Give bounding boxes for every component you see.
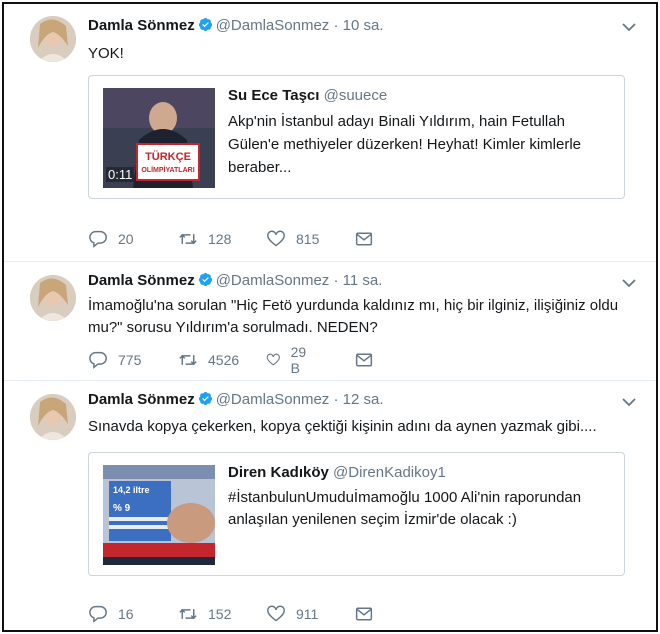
tweet-text: İmamoğlu'na sorulan "Hiç Fetö yurdunda k… [88, 297, 619, 336]
timestamp[interactable]: 10 sa. [343, 17, 384, 34]
direct-message-button[interactable] [354, 350, 374, 370]
quoted-handle[interactable]: @suuece [324, 87, 388, 104]
retweet-count: 128 [208, 231, 232, 247]
direct-message-button[interactable] [354, 229, 374, 249]
tweet-text: Sınavda kopya çekerken, kopya çektiği ki… [88, 418, 597, 435]
reply-icon [89, 351, 107, 369]
retweet-button[interactable]: 152 [178, 604, 231, 624]
retweet-button[interactable]: 128 [178, 229, 231, 249]
verified-badge-icon [198, 391, 212, 406]
reply-count: 775 [118, 352, 142, 368]
verified-badge-icon [198, 272, 212, 287]
reply-button[interactable]: 775 [88, 350, 141, 370]
retweet-icon [179, 608, 197, 620]
reply-button[interactable]: 20 [88, 229, 134, 249]
avatar[interactable] [30, 275, 76, 321]
like-count: 29 B [290, 344, 307, 376]
verified-badge-icon [198, 17, 212, 32]
video-duration: 0:11 [106, 167, 135, 182]
avatar[interactable] [30, 394, 76, 440]
quoted-handle[interactable]: @DirenKadikoy1 [333, 464, 446, 481]
svg-text:OLİMPİYATLARI: OLİMPİYATLARI [141, 166, 194, 174]
separator-dot: · [333, 272, 339, 289]
display-name[interactable]: Damla Sönmez [88, 17, 195, 34]
reply-count: 16 [118, 606, 134, 622]
retweet-count: 4526 [208, 352, 240, 368]
display-name[interactable]: Damla Sönmez [88, 391, 195, 408]
retweet-button[interactable]: 4526 [178, 350, 239, 370]
like-count: 911 [296, 606, 319, 622]
like-count: 815 [296, 231, 320, 247]
retweet-icon [179, 354, 197, 366]
thumb-value: % 9 [113, 503, 131, 514]
tweet-text: YOK! [88, 45, 124, 62]
like-button[interactable]: 815 [266, 229, 319, 249]
reply-count: 20 [118, 231, 134, 247]
reply-icon [89, 230, 107, 248]
quoted-image-thumbnail[interactable]: 14,2 iltre % 9 [103, 465, 215, 565]
tweet[interactable]: Damla Sönmez @DamlaSonmez · 12 sa. Sınavd… [4, 381, 656, 630]
quoted-tweet-text: #İstanbulunUmuduİmamoğlu 1000 Ali'nin ra… [228, 489, 582, 528]
avatar[interactable] [30, 16, 76, 62]
reply-button[interactable]: 16 [88, 604, 134, 624]
separator-dot: · [333, 391, 339, 408]
like-icon [266, 353, 280, 366]
tweet[interactable]: Damla Sönmez @DamlaSonmez · 10 sa. YOK! T… [4, 4, 656, 262]
handle[interactable]: @DamlaSonmez [216, 272, 330, 289]
retweet-icon [179, 233, 197, 245]
like-icon [267, 605, 285, 622]
quoted-tweet-body: Su Ece Taşcı @suuece Akp'nin İstanbul ad… [228, 85, 618, 179]
handle[interactable]: @DamlaSonmez [216, 17, 330, 34]
direct-message-icon [355, 353, 373, 367]
separator-dot: · [333, 17, 339, 34]
chevron-down-icon[interactable] [622, 278, 636, 288]
quoted-tweet[interactable]: TÜRKÇE OLİMPİYATLARI 0:11 Su Ece Taşcı @… [88, 75, 625, 199]
quoted-tweet-body: Diren Kadıköy @DirenKadikoy1 #İstanbulun… [228, 462, 618, 531]
display-name[interactable]: Damla Sönmez [88, 272, 195, 289]
chevron-down-icon[interactable] [622, 22, 636, 32]
quoted-video-thumbnail[interactable]: TÜRKÇE OLİMPİYATLARI 0:11 [103, 88, 215, 188]
svg-text:TÜRKÇE: TÜRKÇE [145, 150, 191, 163]
like-button[interactable]: 911 [266, 604, 318, 624]
like-button[interactable]: 29 B [266, 344, 312, 376]
direct-message-icon [355, 232, 373, 246]
timeline: Damla Sönmez @DamlaSonmez · 10 sa. YOK! T… [2, 2, 658, 632]
tweet[interactable]: Damla Sönmez @DamlaSonmez · 11 sa. İmamoğ… [4, 262, 656, 381]
timestamp[interactable]: 11 sa. [343, 272, 383, 289]
reply-icon [89, 605, 107, 623]
quoted-display-name[interactable]: Diren Kadıköy [228, 464, 329, 481]
timestamp[interactable]: 12 sa. [343, 391, 384, 408]
thumb-value: 14,2 iltre [113, 485, 150, 495]
tweet-header: Damla Sönmez @DamlaSonmez · 10 sa. [88, 17, 384, 34]
quoted-tweet[interactable]: 14,2 iltre % 9 Diren Kadıköy @DirenKadik… [88, 452, 625, 576]
chevron-down-icon[interactable] [622, 397, 636, 407]
quoted-tweet-text: Akp'nin İstanbul adayı Binali Yıldırım, … [228, 113, 582, 176]
quoted-display-name[interactable]: Su Ece Taşcı [228, 87, 319, 104]
direct-message-icon [355, 607, 373, 621]
handle[interactable]: @DamlaSonmez [216, 391, 330, 408]
tweet-header: Damla Sönmez @DamlaSonmez · 12 sa. [88, 391, 384, 408]
direct-message-button[interactable] [354, 604, 374, 624]
tweet-header: Damla Sönmez @DamlaSonmez · 11 sa. [88, 272, 382, 289]
retweet-count: 152 [208, 606, 232, 622]
like-icon [267, 230, 285, 247]
